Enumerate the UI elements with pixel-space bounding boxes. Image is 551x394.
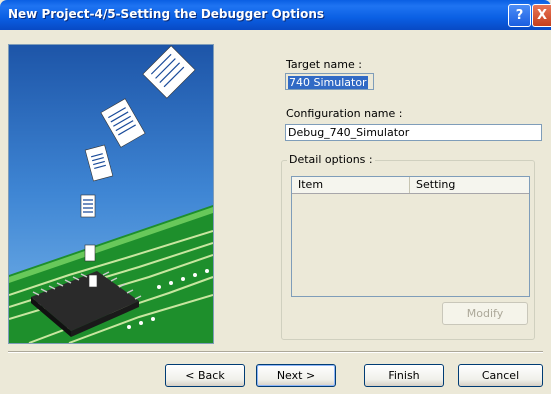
window-title: New Project-4/5-Setting the Debugger Opt…	[8, 7, 325, 21]
list-header: Item Setting	[292, 177, 529, 194]
separator	[8, 351, 543, 353]
wizard-illustration	[8, 44, 214, 344]
detail-options-label: Detail options :	[287, 153, 375, 166]
config-name-input[interactable]	[285, 124, 542, 141]
finish-button[interactable]: Finish	[364, 364, 444, 387]
title-bar[interactable]: New Project-4/5-Setting the Debugger Opt…	[0, 0, 551, 30]
modify-button[interactable]: Modify	[442, 302, 528, 325]
config-name-label: Configuration name :	[286, 107, 403, 120]
column-item[interactable]: Item	[292, 177, 410, 193]
cancel-button[interactable]: Cancel	[458, 364, 543, 387]
target-name-field: 740 Simulator	[285, 73, 374, 90]
target-name-value: 740 Simulator	[288, 76, 368, 89]
next-button[interactable]: Next >	[256, 364, 336, 387]
help-button[interactable]: ?	[508, 4, 531, 27]
detail-options-list[interactable]: Item Setting	[291, 176, 530, 297]
close-button[interactable]: X	[532, 4, 551, 27]
target-name-label: Target name :	[286, 58, 362, 71]
column-setting[interactable]: Setting	[410, 177, 529, 193]
chip-illustration-icon	[9, 45, 213, 343]
back-button[interactable]: < Back	[165, 364, 245, 387]
